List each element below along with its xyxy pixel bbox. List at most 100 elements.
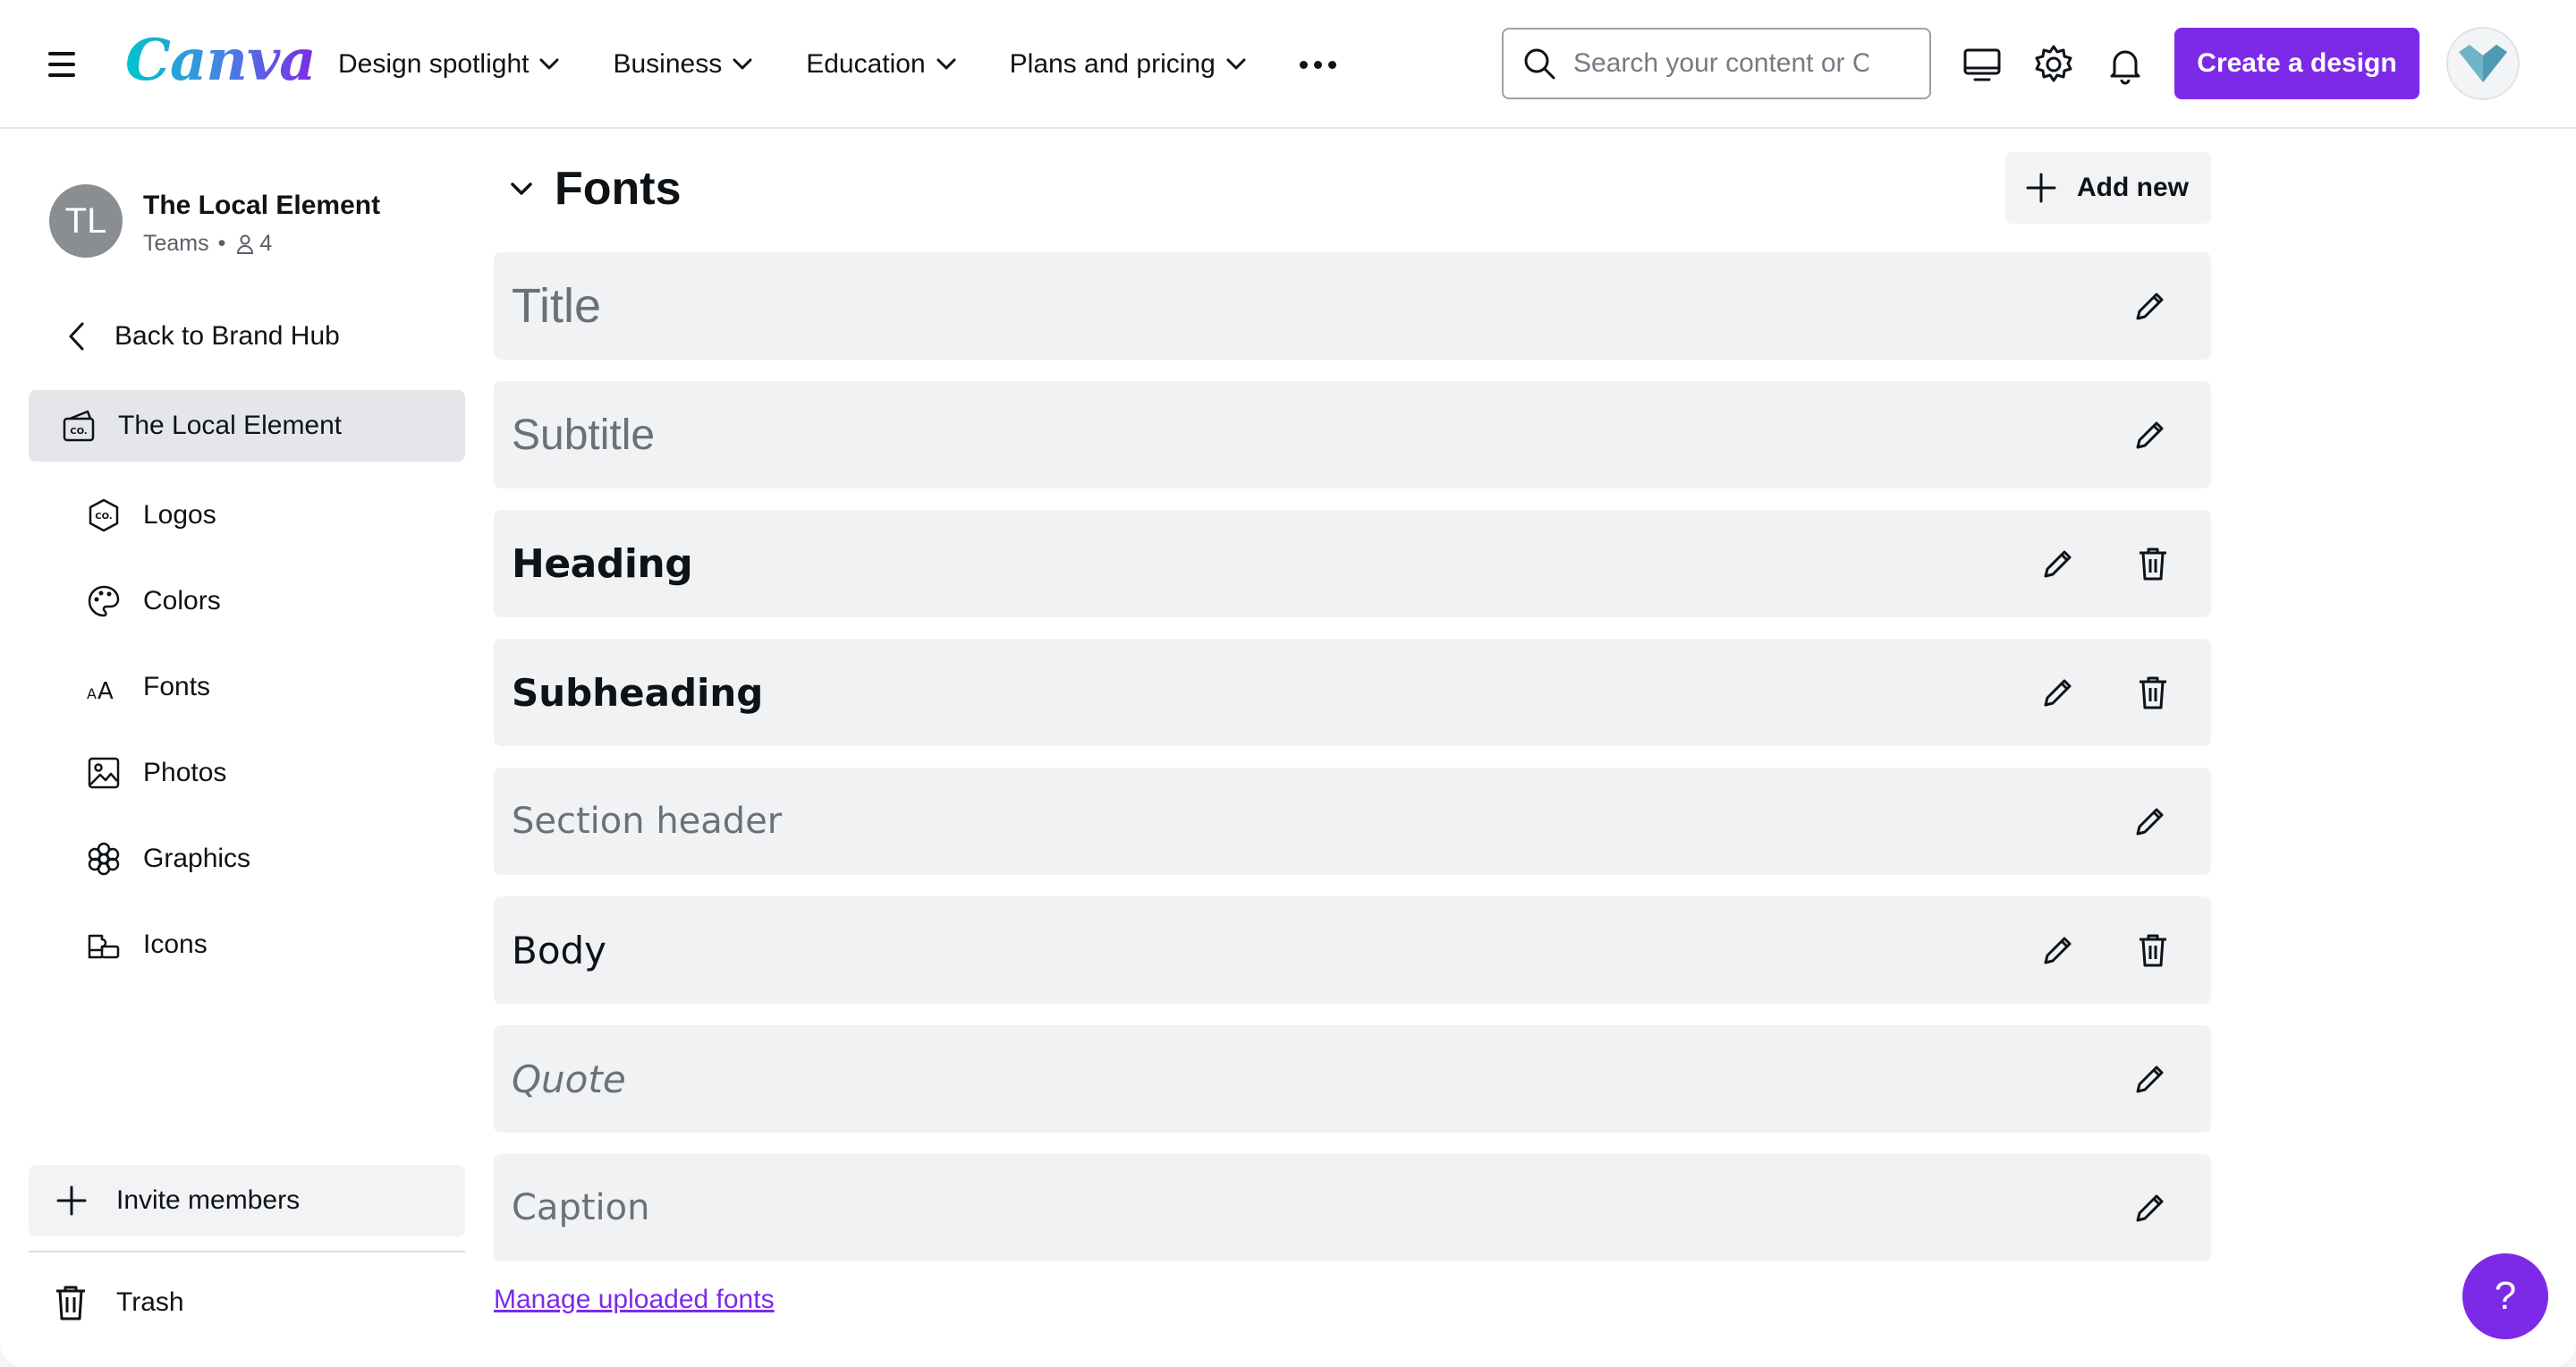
font-row-section-header[interactable]: Section header [494, 768, 2211, 875]
menu-icon[interactable] [48, 47, 80, 82]
sidebar-item-label: Colors [143, 586, 221, 616]
font-label: Title [512, 279, 602, 333]
pencil-icon[interactable] [2131, 415, 2170, 454]
pencil-icon[interactable] [2131, 802, 2170, 841]
pencil-icon[interactable] [2131, 286, 2170, 326]
sidebar-item-label: Fonts [143, 672, 211, 701]
pencil-icon[interactable] [2131, 1188, 2170, 1227]
search-box[interactable] [1502, 28, 1931, 99]
sidebar-item-trash[interactable]: Trash [29, 1267, 465, 1338]
sidebar-item-colors[interactable]: Colors [29, 565, 465, 637]
trash-icon[interactable] [2133, 544, 2173, 583]
back-to-brand-hub[interactable]: Back to Brand Hub [29, 301, 465, 372]
chevron-down-icon [539, 58, 559, 70]
desktop-icon[interactable] [1961, 43, 2004, 86]
pencil-icon[interactable] [2131, 1059, 2170, 1099]
pencil-icon[interactable] [2038, 544, 2078, 583]
nav-plans-pricing[interactable]: Plans and pricing [1010, 49, 1246, 80]
brand-kit-icon: CO. [63, 410, 95, 442]
nav-label: Plans and pricing [1009, 49, 1216, 79]
app-window: Canva Design spotlight Business Educatio… [0, 0, 2576, 1367]
font-label: Subtitle [512, 411, 656, 459]
font-row-caption[interactable]: Caption [494, 1154, 2211, 1261]
top-header: Canva Design spotlight Business Educatio… [0, 0, 2576, 129]
team-member-count: 4 [259, 231, 273, 256]
font-row-subtitle[interactable]: Subtitle [494, 381, 2211, 488]
font-icon: A A [87, 678, 114, 705]
gear-icon[interactable] [2032, 43, 2075, 86]
sidebar-item-label: Graphics [143, 844, 251, 873]
nav-label: Business [613, 49, 723, 79]
canva-logo[interactable]: Canva [125, 25, 317, 97]
team-avatar[interactable]: TL [49, 184, 123, 258]
chevron-down-icon [936, 58, 956, 70]
top-nav: Design spotlight Business Education Plan… [338, 39, 1336, 89]
trash-icon[interactable] [2133, 930, 2173, 970]
plus-icon [56, 1185, 87, 1216]
add-new-font-button[interactable]: Add new [2005, 152, 2211, 224]
user-avatar[interactable] [2446, 27, 2520, 100]
invite-label: Invite members [116, 1185, 301, 1215]
brand-label: The Local Element [118, 411, 343, 440]
sidebar-item-photos[interactable]: Photos [29, 737, 465, 809]
palette-icon [88, 585, 120, 617]
sidebar-item-brand-kit[interactable]: CO. The Local Element [29, 390, 465, 462]
font-label: Section header [512, 801, 783, 842]
sidebar-item-fonts[interactable]: A A Fonts [29, 651, 465, 723]
icon-set-icon [88, 934, 120, 959]
sidebar-item-label: Icons [143, 930, 208, 959]
chevron-down-icon [733, 58, 752, 70]
sidebar-item-icons[interactable]: Icons [29, 909, 465, 981]
font-row-heading[interactable]: Heading [494, 510, 2211, 617]
font-label: Quote [512, 1057, 626, 1101]
pencil-icon[interactable] [2038, 930, 2078, 970]
nav-business[interactable]: Business [613, 49, 752, 80]
create-design-button[interactable]: Create a design [2174, 28, 2419, 99]
nav-education[interactable]: Education [806, 49, 956, 80]
add-new-label: Add new [2077, 173, 2189, 202]
sidebar-item-graphics[interactable]: Graphics [29, 823, 465, 895]
nav-label: Design spotlight [338, 49, 530, 79]
font-row-quote[interactable]: Quote [494, 1025, 2211, 1133]
logo-badge-icon: CO. [89, 498, 119, 532]
help-button[interactable]: ? [2462, 1253, 2548, 1339]
team-name: The Local Element [143, 191, 381, 220]
nav-design-spotlight[interactable]: Design spotlight [338, 49, 559, 80]
search-input[interactable] [1573, 48, 1868, 79]
sidebar-item-logos[interactable]: CO. Logos [29, 480, 465, 551]
font-row-body[interactable]: Body [494, 896, 2211, 1004]
nav-label: Education [806, 49, 926, 79]
trash-label: Trash [116, 1287, 184, 1317]
invite-members-button[interactable]: Invite members [29, 1165, 465, 1236]
trash-icon[interactable] [2133, 673, 2173, 712]
manage-uploaded-fonts-link[interactable]: Manage uploaded fonts [494, 1285, 775, 1315]
back-label: Back to Brand Hub [114, 321, 340, 351]
font-row-subheading[interactable]: Subheading [494, 639, 2211, 746]
search-icon [1524, 48, 1555, 80]
sidebar-divider [29, 1251, 465, 1252]
sidebar-item-label: Photos [143, 758, 227, 787]
font-label: Caption [512, 1187, 650, 1228]
font-label: Subheading [512, 670, 764, 715]
chevron-down-icon [511, 183, 532, 195]
sidebar: TL The Local Element Teams • 4 Back to B… [0, 131, 483, 1367]
font-row-title[interactable]: Title [494, 252, 2211, 360]
separator-dot: • [217, 231, 226, 256]
font-label: Heading [512, 540, 693, 587]
photo-icon [88, 757, 120, 789]
trash-icon [56, 1286, 85, 1320]
svg-text:A: A [97, 678, 114, 705]
sidebar-item-label: Logos [143, 500, 216, 530]
team-type: Teams [143, 231, 209, 256]
font-label: Body [512, 928, 607, 972]
more-icon[interactable] [1299, 60, 1336, 69]
svg-text:CO.: CO. [95, 512, 112, 522]
team-meta: Teams • 4 [143, 231, 272, 257]
flower-icon [88, 842, 120, 876]
section-title: Fonts [555, 163, 682, 215]
svg-text:A: A [87, 685, 97, 702]
svg-text:CO.: CO. [70, 427, 87, 437]
pencil-icon[interactable] [2038, 673, 2078, 712]
fonts-section-toggle[interactable]: Fonts [494, 152, 682, 225]
bell-icon[interactable] [2104, 43, 2147, 86]
